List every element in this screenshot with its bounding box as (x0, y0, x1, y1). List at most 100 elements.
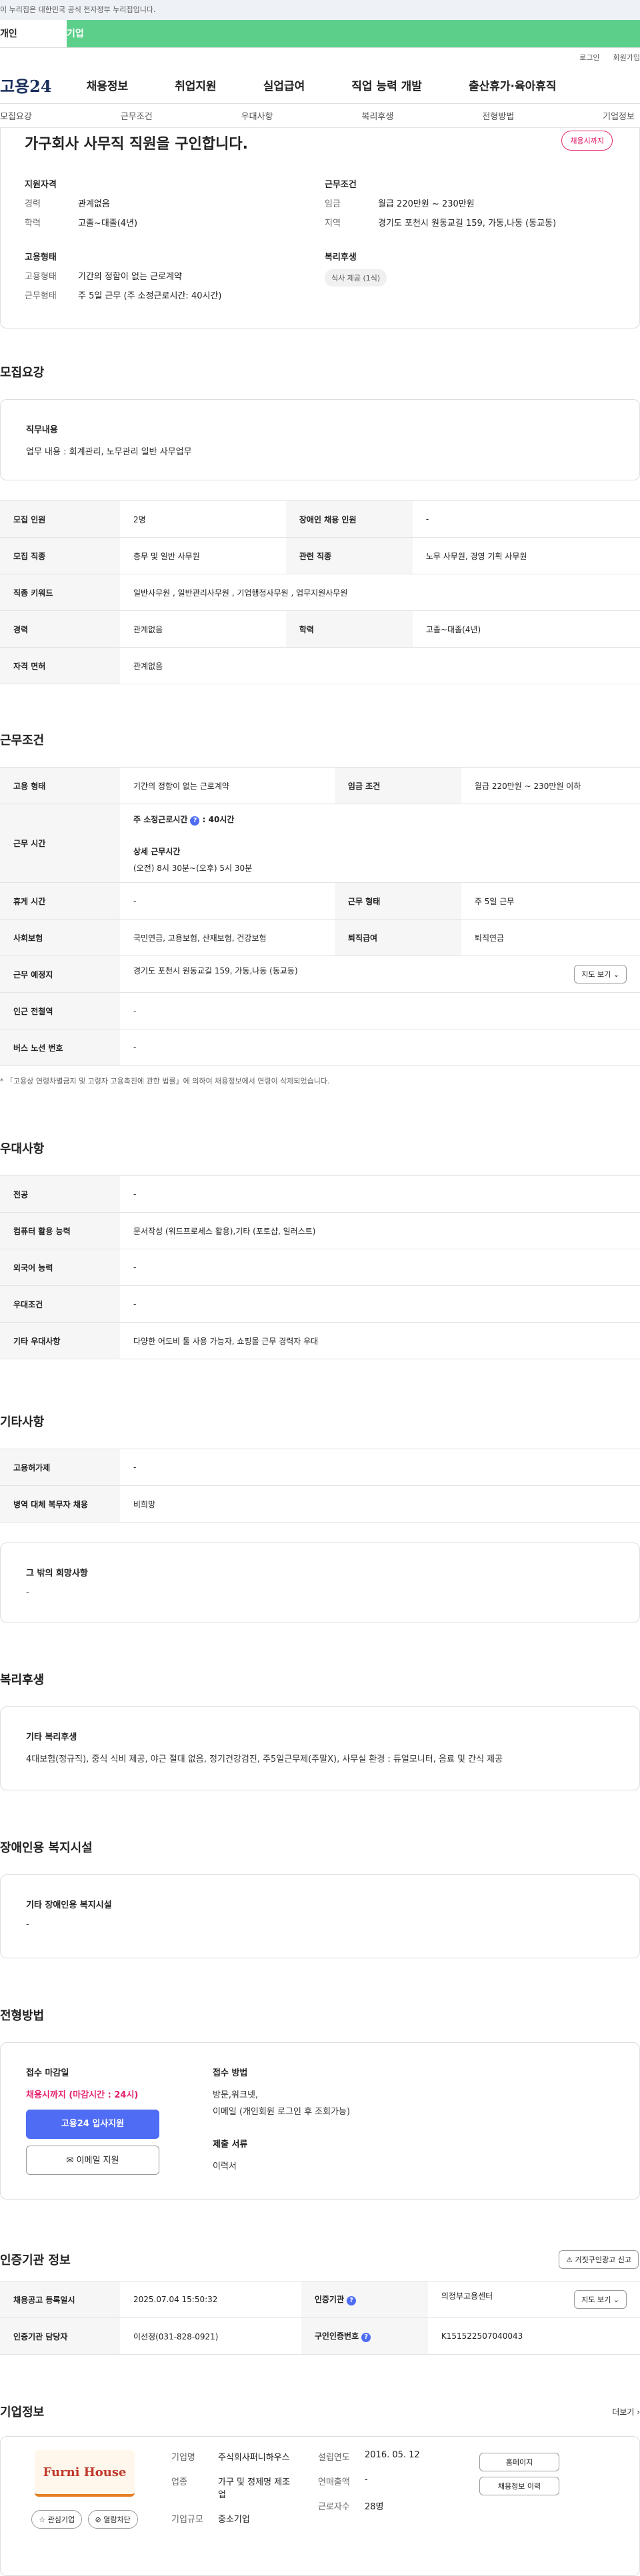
apply-button[interactable]: 고용24 입사지원 (26, 2110, 159, 2139)
cell-value: 관계없음 (120, 647, 640, 684)
employees-label: 근로자수 (318, 2502, 350, 2512)
cell-value: 의정부고용센터 지도 보기 ⌄ (427, 2281, 640, 2318)
table-row: 근무 예정지 경기도 포천시 원동교길 159, 가동,나동 (동교동) 지도 보기… (0, 956, 640, 993)
cert-heading: 인증기관 정보 (0, 2254, 71, 2267)
work-form-label: 근무형태 (25, 291, 57, 301)
tab-welfare[interactable]: 복리후생 (361, 109, 393, 122)
logo[interactable]: 고용24 (0, 73, 52, 97)
employment-heading: 고용형태 (25, 253, 57, 263)
more-link[interactable]: 더보기 › (612, 2406, 640, 2417)
cell-value: - (120, 1029, 640, 1066)
method-value-2: 이메일 (개인회원 로그인 후 조회가능) (213, 2107, 351, 2117)
cell-label: 고용 형태 (0, 767, 120, 804)
main-nav: 고용24 채용정보 취업지원 실업급여 직업 능력 개발 출산휴가·육아휴직 (0, 67, 640, 104)
table-row: 휴게 시간 - 근무 형태 주 5일 근무 (0, 882, 640, 920)
cert-agency-value: 의정부고용센터 (441, 2291, 493, 2301)
cell-label: 근무 형태 (334, 882, 461, 920)
area-value: 경기도 포천시 원동교길 159, 가동,나동 (동교동) (378, 219, 557, 229)
company-name-value: 주식회사퍼니하우스 (218, 2453, 290, 2463)
map-button[interactable]: 지도 보기 ⌄ (574, 965, 627, 983)
favorite-button[interactable]: ☆ 관심기업 (31, 2510, 83, 2529)
table-row: 근무 시간 주 소정근로시간? : 40시간 상세 근무시간 (오전) 8시 3… (0, 804, 640, 883)
cell-value: - (120, 1449, 640, 1486)
tab-enterprise[interactable]: 기업 (67, 20, 640, 47)
tab-individual[interactable]: 개인 (0, 20, 67, 47)
size-label: 기업규모 (171, 2515, 203, 2525)
cell-label: 근무 예정지 (0, 956, 120, 993)
exp-value: 관계없음 (78, 199, 110, 209)
login-link[interactable]: 로그인 (579, 52, 599, 63)
work-form-value: 주 5일 근무 (주 소정근로시간: 40시간) (78, 291, 222, 301)
disability-box-heading: 기타 장애인용 복지시설 (26, 1900, 112, 1910)
recruit-table: 모집 인원 2명 장애인 채용 인원 - 모집 직종 총무 및 일반 사무원 관련 직종 노… (0, 500, 640, 684)
table-row: 컴퓨터 활용 능력 문서작성 (워드프로세스 활용),기타 (포토샵, 일러스트) (0, 1212, 640, 1249)
documents-value: 이력서 (213, 2162, 237, 2172)
tab-company[interactable]: 기업정보 (603, 109, 635, 122)
table-row: 모집 직종 총무 및 일반 사무원 관련 직종 노무 사무원, 경영 기획 사무원 (0, 537, 640, 574)
email-apply-button[interactable]: ✉ 이메일 지원 (26, 2146, 159, 2175)
cell-label: 관련 직종 (285, 537, 413, 574)
table-row: 기타 우대사항 다양한 어도비 툴 사용 가능자, 쇼핑몰 근무 경력자 우대 (0, 1322, 640, 1359)
deadline-heading: 접수 마감일 (26, 2068, 69, 2078)
nav-item-leave[interactable]: 출산휴가·육아휴직 (469, 77, 557, 93)
method-heading: 접수 방법 (213, 2068, 248, 2078)
documents-heading: 제출 서류 (213, 2140, 248, 2150)
est-label: 설립연도 (318, 2453, 350, 2463)
cert-agency-label: 인증기관 (314, 2295, 345, 2304)
nav-item-training[interactable]: 직업 능력 개발 (351, 77, 422, 93)
process-box: 접수 마감일 채용시까지 (마감시간 : 24시) 고용24 입사지원 ✉ 이메… (0, 2042, 640, 2200)
tab-process[interactable]: 전형방법 (482, 109, 514, 122)
other-wish-box: 그 밖의 희망사항 - (0, 1543, 640, 1622)
company-header: 기업정보 더보기 › (0, 2403, 640, 2420)
duty-heading: 직무내용 (26, 425, 58, 435)
cell-value: 이선정(031-828-0921) (120, 2317, 301, 2355)
table-row: 사회보험 국민연금, 고용보험, 산재보험, 건강보험 퇴직급여 퇴직연금 (0, 919, 640, 956)
table-row: 자격 면허 관계없음 (0, 647, 640, 684)
welfare-chip: 식사 제공 (1식) (325, 269, 387, 287)
section-tabs: 모집요강 근무조건 우대사항 복리후생 전형방법 기업정보 (0, 104, 640, 128)
cell-label: 인근 전철역 (0, 992, 120, 1029)
cell-value: 다양한 어도비 툴 사용 가능자, 쇼핑몰 근무 경력자 우대 (120, 1322, 640, 1359)
etc-table: 고용허가제 - 병역 대체 복무자 채용 비희망 (0, 1449, 640, 1523)
homepage-button[interactable]: 홈페이지 (479, 2453, 559, 2471)
cell-value: 주 소정근로시간? : 40시간 상세 근무시간 (오전) 8시 30분~(오후… (120, 804, 640, 883)
nav-item-jobs[interactable]: 채용정보 (87, 77, 129, 93)
cell-label: 버스 노선 번호 (0, 1029, 120, 1066)
detail-hours-value: (오전) 8시 30분~(오후) 5시 30분 (133, 863, 253, 873)
report-button[interactable]: ⚠ 거짓구인광고 신고 (559, 2250, 639, 2269)
jobs-history-button[interactable]: 채용정보 이력 (479, 2477, 559, 2495)
tab-condition[interactable]: 근무조건 (121, 109, 153, 122)
deadline-value: 채용시까지 (마감시간 : 24시) (26, 2090, 139, 2100)
revenue-label: 연매출액 (318, 2477, 350, 2487)
cell-label: 우대조건 (0, 1285, 120, 1323)
block-button[interactable]: ⊘ 열람차단 (87, 2510, 138, 2529)
agency-map-button[interactable]: 지도 보기 ⌄ (574, 2290, 627, 2309)
company-info-col-1: 기업명 주식회사퍼니하우스 업종 가구 및 정제명 제조업 기업규모 중소기업 (171, 2450, 291, 2562)
nav-item-support[interactable]: 취업지원 (175, 77, 217, 93)
cell-label: 구인인증번호? (301, 2317, 428, 2355)
method-value-1: 방문,워크넷, (213, 2090, 259, 2100)
cell-value: 비희망 (120, 1485, 640, 1523)
disability-box-value: - (26, 1920, 29, 1930)
signup-link[interactable]: 회원가입 (613, 52, 640, 63)
table-row: 병역 대체 복무자 채용 비희망 (0, 1485, 640, 1523)
recruit-heading: 모집요강 (0, 366, 45, 380)
cell-label: 근무 시간 (0, 804, 120, 883)
condition-heading: 근무조건 (325, 180, 357, 190)
preference-table: 전공 - 컴퓨터 활용 능력 문서작성 (워드프로세스 활용),기타 (포토샵, 일… (0, 1175, 640, 1359)
cert-no-label: 구인인증번호 (314, 2331, 359, 2341)
nav-item-benefit[interactable]: 실업급여 (263, 77, 305, 93)
tab-recruit[interactable]: 모집요강 (0, 109, 32, 122)
tab-enterprise-label: 기업 (67, 29, 84, 39)
table-row: 고용허가제 - (0, 1449, 640, 1486)
cell-label: 컴퓨터 활용 능력 (0, 1212, 120, 1249)
info-icon[interactable]: ? (190, 816, 200, 826)
condition-table: 고용 형태 기간의 정함이 없는 근로계약 임금 조건 월급 220만원 ~ 230만… (0, 767, 640, 1066)
info-icon[interactable]: ? (347, 2296, 357, 2305)
company-card: Furni House ☆ 관심기업 ⊘ 열람차단 기업명 주식회사퍼니하우스 업… (0, 2436, 640, 2576)
tab-preference[interactable]: 우대사항 (241, 109, 273, 122)
cell-value: 주 5일 근무 (461, 882, 640, 920)
info-icon[interactable]: ? (361, 2333, 371, 2342)
edu-value: 고졸~대졸(4년) (78, 219, 138, 229)
job-title: 가구회사 사무직 직원을 구인합니다. (25, 136, 248, 153)
